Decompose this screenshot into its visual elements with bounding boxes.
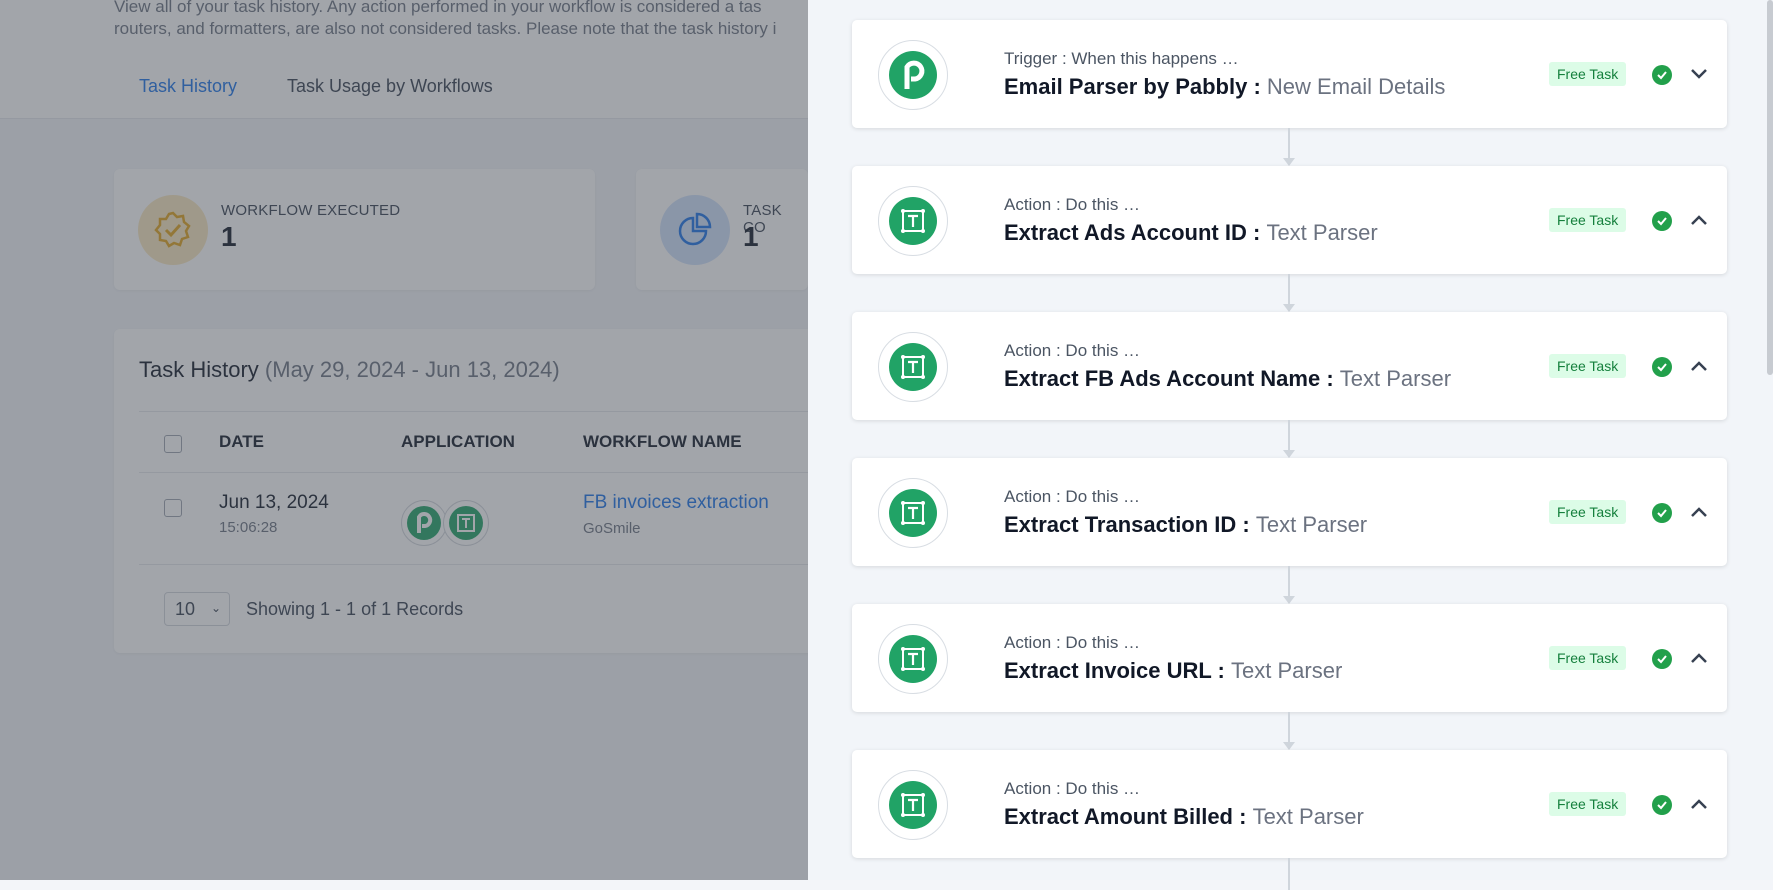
workflow-step[interactable]: Action : Do this … Extract Invoice URL : …: [852, 604, 1727, 712]
step-name: Extract Transaction ID :: [1004, 512, 1250, 537]
step-app: Text Parser: [1339, 366, 1452, 391]
text-parser-icon: [889, 489, 937, 537]
step-title: Extract Ads Account ID : Text Parser: [1004, 220, 1378, 246]
step-app: Text Parser: [1252, 804, 1364, 829]
step-name: Extract Ads Account ID :: [1004, 220, 1261, 245]
step-app: Text Parser: [1266, 220, 1378, 245]
chevron-up-icon[interactable]: [1685, 644, 1713, 672]
text-parser-icon: [889, 635, 937, 683]
step-icon-ring: [878, 40, 948, 110]
step-title: Extract Invoice URL : Text Parser: [1004, 658, 1342, 684]
step-connector: [1288, 420, 1290, 452]
connector-arrow-icon: [1283, 304, 1295, 312]
step-connector: [1288, 566, 1290, 598]
step-icon-ring: [878, 478, 948, 548]
step-icon-ring: [878, 624, 948, 694]
workflow-step[interactable]: Action : Do this … Extract FB Ads Account…: [852, 312, 1727, 420]
step-kind: Action : Do this …: [1004, 633, 1141, 652]
pabbly-logo-icon: [889, 51, 937, 99]
step-app: Text Parser: [1231, 658, 1343, 683]
step-name: Email Parser by Pabbly :: [1004, 74, 1261, 99]
step-title: Email Parser by Pabbly : New Email Detai…: [1004, 74, 1445, 100]
task-details-drawer: Trigger : When this happens … Email Parse…: [808, 0, 1773, 890]
chevron-up-icon[interactable]: [1685, 498, 1713, 526]
workflow-step[interactable]: Action : Do this … Extract Ads Account ID…: [852, 166, 1727, 274]
chevron-up-icon[interactable]: [1685, 790, 1713, 818]
step-icon-ring: [878, 770, 948, 840]
step-kind: Action : Do this …: [1004, 487, 1141, 506]
connector-arrow-icon: [1283, 450, 1295, 458]
free-task-badge: Free Task: [1549, 62, 1627, 86]
step-kind: Action : Do this …: [1004, 341, 1141, 360]
free-task-badge: Free Task: [1549, 500, 1627, 524]
chevron-up-icon[interactable]: [1685, 206, 1713, 234]
free-task-badge: Free Task: [1549, 208, 1627, 232]
success-check-icon: [1652, 649, 1672, 669]
step-name: Extract Invoice URL :: [1004, 658, 1225, 683]
modal-backdrop[interactable]: [0, 0, 808, 880]
success-check-icon: [1652, 211, 1672, 231]
step-title: Extract Amount Billed : Text Parser: [1004, 804, 1364, 830]
connector-arrow-icon: [1283, 158, 1295, 166]
step-title: Extract Transaction ID : Text Parser: [1004, 512, 1367, 538]
workflow-step[interactable]: Action : Do this … Extract Transaction ID…: [852, 458, 1727, 566]
step-kind: Action : Do this …: [1004, 195, 1141, 214]
workflow-step[interactable]: Action : Do this … Extract Amount Billed …: [852, 750, 1727, 858]
text-parser-icon: [889, 197, 937, 245]
step-connector: [1288, 274, 1290, 306]
free-task-badge: Free Task: [1549, 354, 1627, 378]
step-icon-ring: [878, 332, 948, 402]
chevron-down-icon[interactable]: [1685, 60, 1713, 88]
step-kind: Action : Do this …: [1004, 779, 1141, 798]
workflow-step[interactable]: Trigger : When this happens … Email Parse…: [852, 20, 1727, 128]
success-check-icon: [1652, 795, 1672, 815]
connector-arrow-icon: [1283, 596, 1295, 604]
connector-arrow-icon: [1283, 742, 1295, 750]
free-task-badge: Free Task: [1549, 792, 1627, 816]
step-connector: [1288, 858, 1290, 890]
step-title: Extract FB Ads Account Name : Text Parse…: [1004, 366, 1451, 392]
success-check-icon: [1652, 65, 1672, 85]
success-check-icon: [1652, 357, 1672, 377]
chevron-up-icon[interactable]: [1685, 352, 1713, 380]
text-parser-icon: [889, 343, 937, 391]
step-app: Text Parser: [1255, 512, 1368, 537]
step-connector: [1288, 128, 1290, 160]
success-check-icon: [1652, 503, 1672, 523]
free-task-badge: Free Task: [1549, 646, 1627, 670]
step-app: New Email Details: [1266, 74, 1446, 99]
step-connector: [1288, 712, 1290, 744]
text-parser-icon: [889, 781, 937, 829]
step-name: Extract FB Ads Account Name :: [1004, 366, 1334, 391]
step-name: Extract Amount Billed :: [1004, 804, 1247, 829]
step-icon-ring: [878, 186, 948, 256]
scrollbar[interactable]: [1767, 0, 1773, 375]
step-kind: Trigger : When this happens …: [1004, 49, 1239, 68]
